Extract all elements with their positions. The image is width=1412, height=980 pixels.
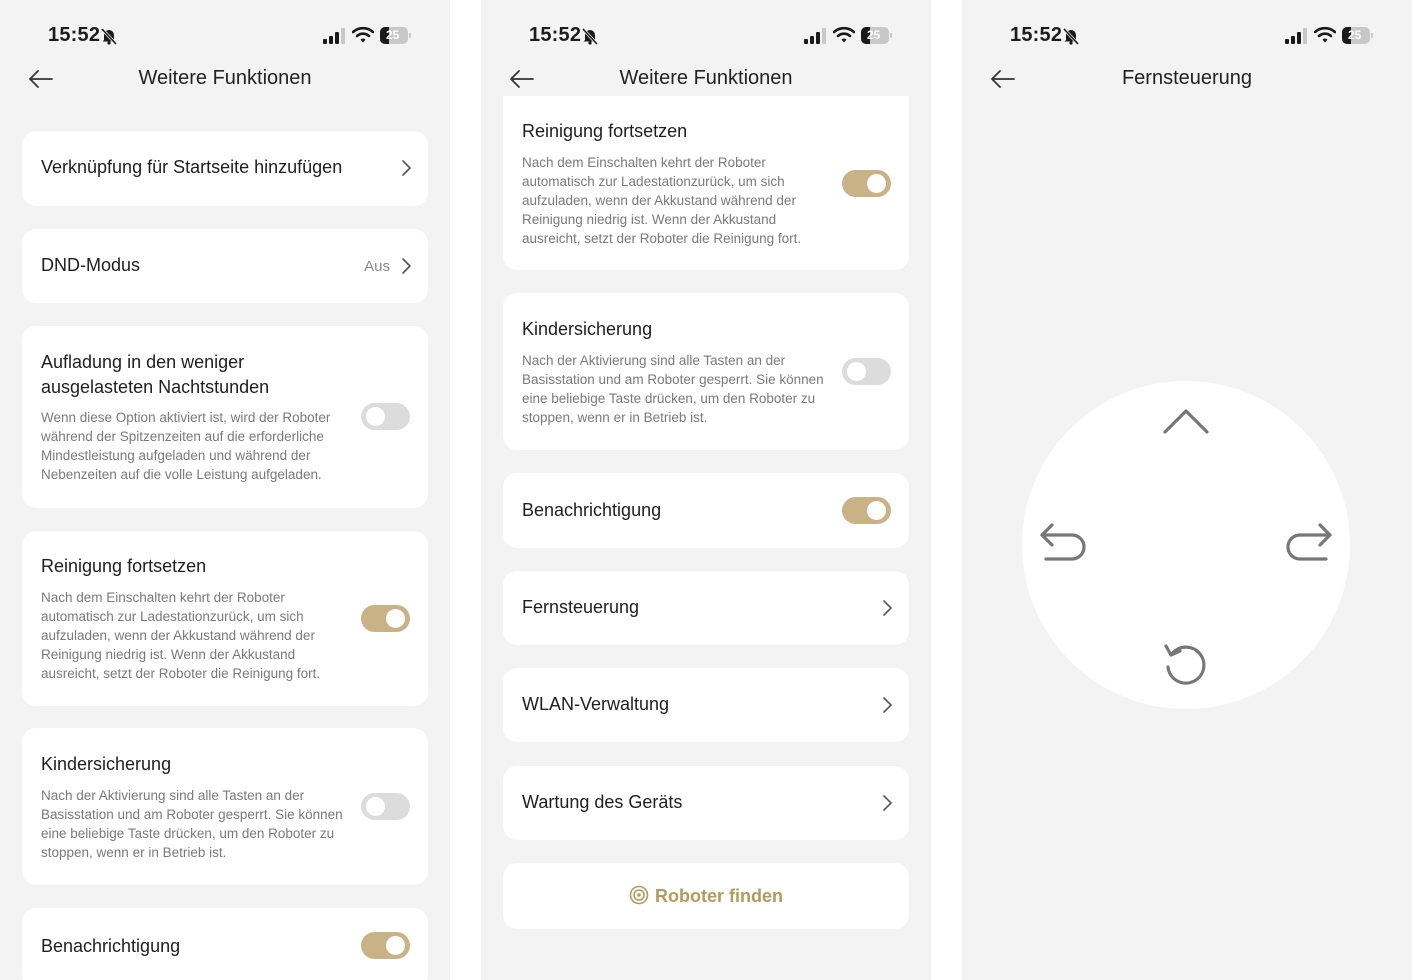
- status-time: 15:52: [1010, 24, 1063, 46]
- battery-level: 25: [867, 28, 881, 42]
- resume-cleaning-card: Reinigung fortsetzen Nach dem Einschalte…: [22, 531, 428, 706]
- resume-title: Reinigung fortsetzen: [41, 556, 207, 576]
- battery-level: 25: [1348, 28, 1362, 42]
- maintenance-label: Wartung des Geräts: [522, 792, 683, 812]
- notification-label: Benachrichtigung: [41, 936, 181, 956]
- offpeak-title: Aufladung in den weniger ausgelasteten N…: [41, 352, 270, 397]
- resume-title: Reinigung fortsetzen: [522, 121, 688, 141]
- cellular-signal-icon: [804, 28, 826, 44]
- find-robot-label-wrap: Roboter finden: [503, 885, 909, 907]
- offpeak-toggle[interactable]: [361, 403, 410, 430]
- notification-toggle[interactable]: [361, 932, 410, 959]
- chevron-right-icon: [883, 795, 892, 811]
- screen-remote-control: 15:52 25 Fernsteuerung: [962, 0, 1412, 980]
- page-title: Weitere Funktionen: [619, 67, 793, 89]
- wifi-icon: [833, 26, 855, 43]
- direction-pad: [1022, 381, 1350, 709]
- screen-more-functions-1: 15:52 25 Weitere Funktionen Verknüpfung …: [0, 0, 450, 980]
- child-lock-card: Kindersicherung Nach der Aktivierung sin…: [22, 728, 428, 885]
- nav-bar: Fernsteuerung: [962, 60, 1412, 100]
- remote-control-row[interactable]: Fernsteuerung: [503, 571, 909, 645]
- wifi-icon: [1314, 26, 1336, 43]
- chevron-right-icon: [883, 600, 892, 616]
- wifi-icon: [352, 26, 374, 43]
- wlan-label: WLAN-Verwaltung: [522, 694, 670, 714]
- battery-icon: 25: [380, 27, 412, 45]
- dnd-value: Aus: [364, 258, 390, 275]
- dnd-label: DND-Modus: [41, 255, 141, 275]
- wlan-row[interactable]: WLAN-Verwaltung: [503, 668, 909, 742]
- remote-control-label: Fernsteuerung: [522, 597, 640, 617]
- notification-row: Benachrichtigung: [22, 908, 428, 980]
- maintenance-row[interactable]: Wartung des Geräts: [503, 766, 909, 840]
- nav-bar: Weitere Funktionen: [481, 60, 931, 100]
- childlock-toggle[interactable]: [361, 793, 410, 820]
- battery-level: 25: [386, 28, 400, 42]
- bell-muted-icon: [581, 27, 599, 45]
- resume-description: Nach dem Einschalten kehrt der Roboter a…: [522, 155, 802, 246]
- arrow-up-icon[interactable]: [1159, 395, 1213, 449]
- status-bar: 15:52 25: [0, 0, 450, 60]
- screen-more-functions-2: 15:52 25 Weitere Funktionen Reinigung fo…: [481, 0, 931, 980]
- childlock-description: Nach der Aktivierung sind alle Tasten an…: [41, 788, 343, 860]
- chevron-right-icon: [402, 160, 411, 176]
- offpeak-charging-card: Aufladung in den weniger ausgelasteten N…: [22, 326, 428, 508]
- battery-icon: 25: [1342, 27, 1374, 45]
- turn-right-icon[interactable]: [1282, 517, 1336, 571]
- offpeak-description: Wenn diese Option aktiviert ist, wird de…: [41, 410, 331, 482]
- resume-description: Nach dem Einschalten kehrt der Roboter a…: [41, 590, 321, 681]
- notification-row: Benachrichtigung: [503, 473, 909, 548]
- page-title: Fernsteuerung: [1121, 67, 1253, 89]
- childlock-title: Kindersicherung: [522, 319, 653, 339]
- notification-toggle[interactable]: [842, 497, 891, 524]
- status-bar: 15:52 25: [481, 0, 931, 60]
- find-robot-label: Roboter finden: [655, 886, 783, 906]
- dnd-row[interactable]: DND-Modus Aus: [22, 229, 428, 303]
- page-title: Weitere Funktionen: [138, 67, 312, 89]
- childlock-title: Kindersicherung: [41, 754, 172, 774]
- status-bar: 15:52 25: [962, 0, 1412, 60]
- locate-signal-icon: [629, 885, 649, 905]
- cellular-signal-icon: [1285, 28, 1307, 44]
- nav-bar: Weitere Funktionen: [0, 60, 450, 100]
- cellular-signal-icon: [323, 28, 345, 44]
- bell-muted-icon: [1062, 27, 1080, 45]
- resume-toggle[interactable]: [842, 170, 891, 197]
- childlock-toggle[interactable]: [842, 358, 891, 385]
- find-robot-button[interactable]: Roboter finden: [503, 863, 909, 929]
- rotate-icon[interactable]: [1159, 637, 1213, 691]
- battery-icon: 25: [861, 27, 893, 45]
- chevron-right-icon: [402, 258, 411, 274]
- chevron-right-icon: [883, 697, 892, 713]
- status-time: 15:52: [48, 24, 101, 46]
- bell-muted-icon: [100, 27, 118, 45]
- notification-label: Benachrichtigung: [522, 500, 662, 520]
- turn-left-icon[interactable]: [1036, 517, 1090, 571]
- resume-toggle[interactable]: [361, 605, 410, 632]
- shortcut-label: Verknüpfung für Startseite hinzufügen: [41, 157, 343, 177]
- child-lock-card: Kindersicherung Nach der Aktivierung sin…: [503, 293, 909, 450]
- resume-cleaning-card: Reinigung fortsetzen Nach dem Einschalte…: [503, 96, 909, 270]
- shortcut-row[interactable]: Verknüpfung für Startseite hinzufügen: [22, 131, 428, 206]
- childlock-description: Nach der Aktivierung sind alle Tasten an…: [522, 353, 824, 425]
- status-time: 15:52: [529, 24, 582, 46]
